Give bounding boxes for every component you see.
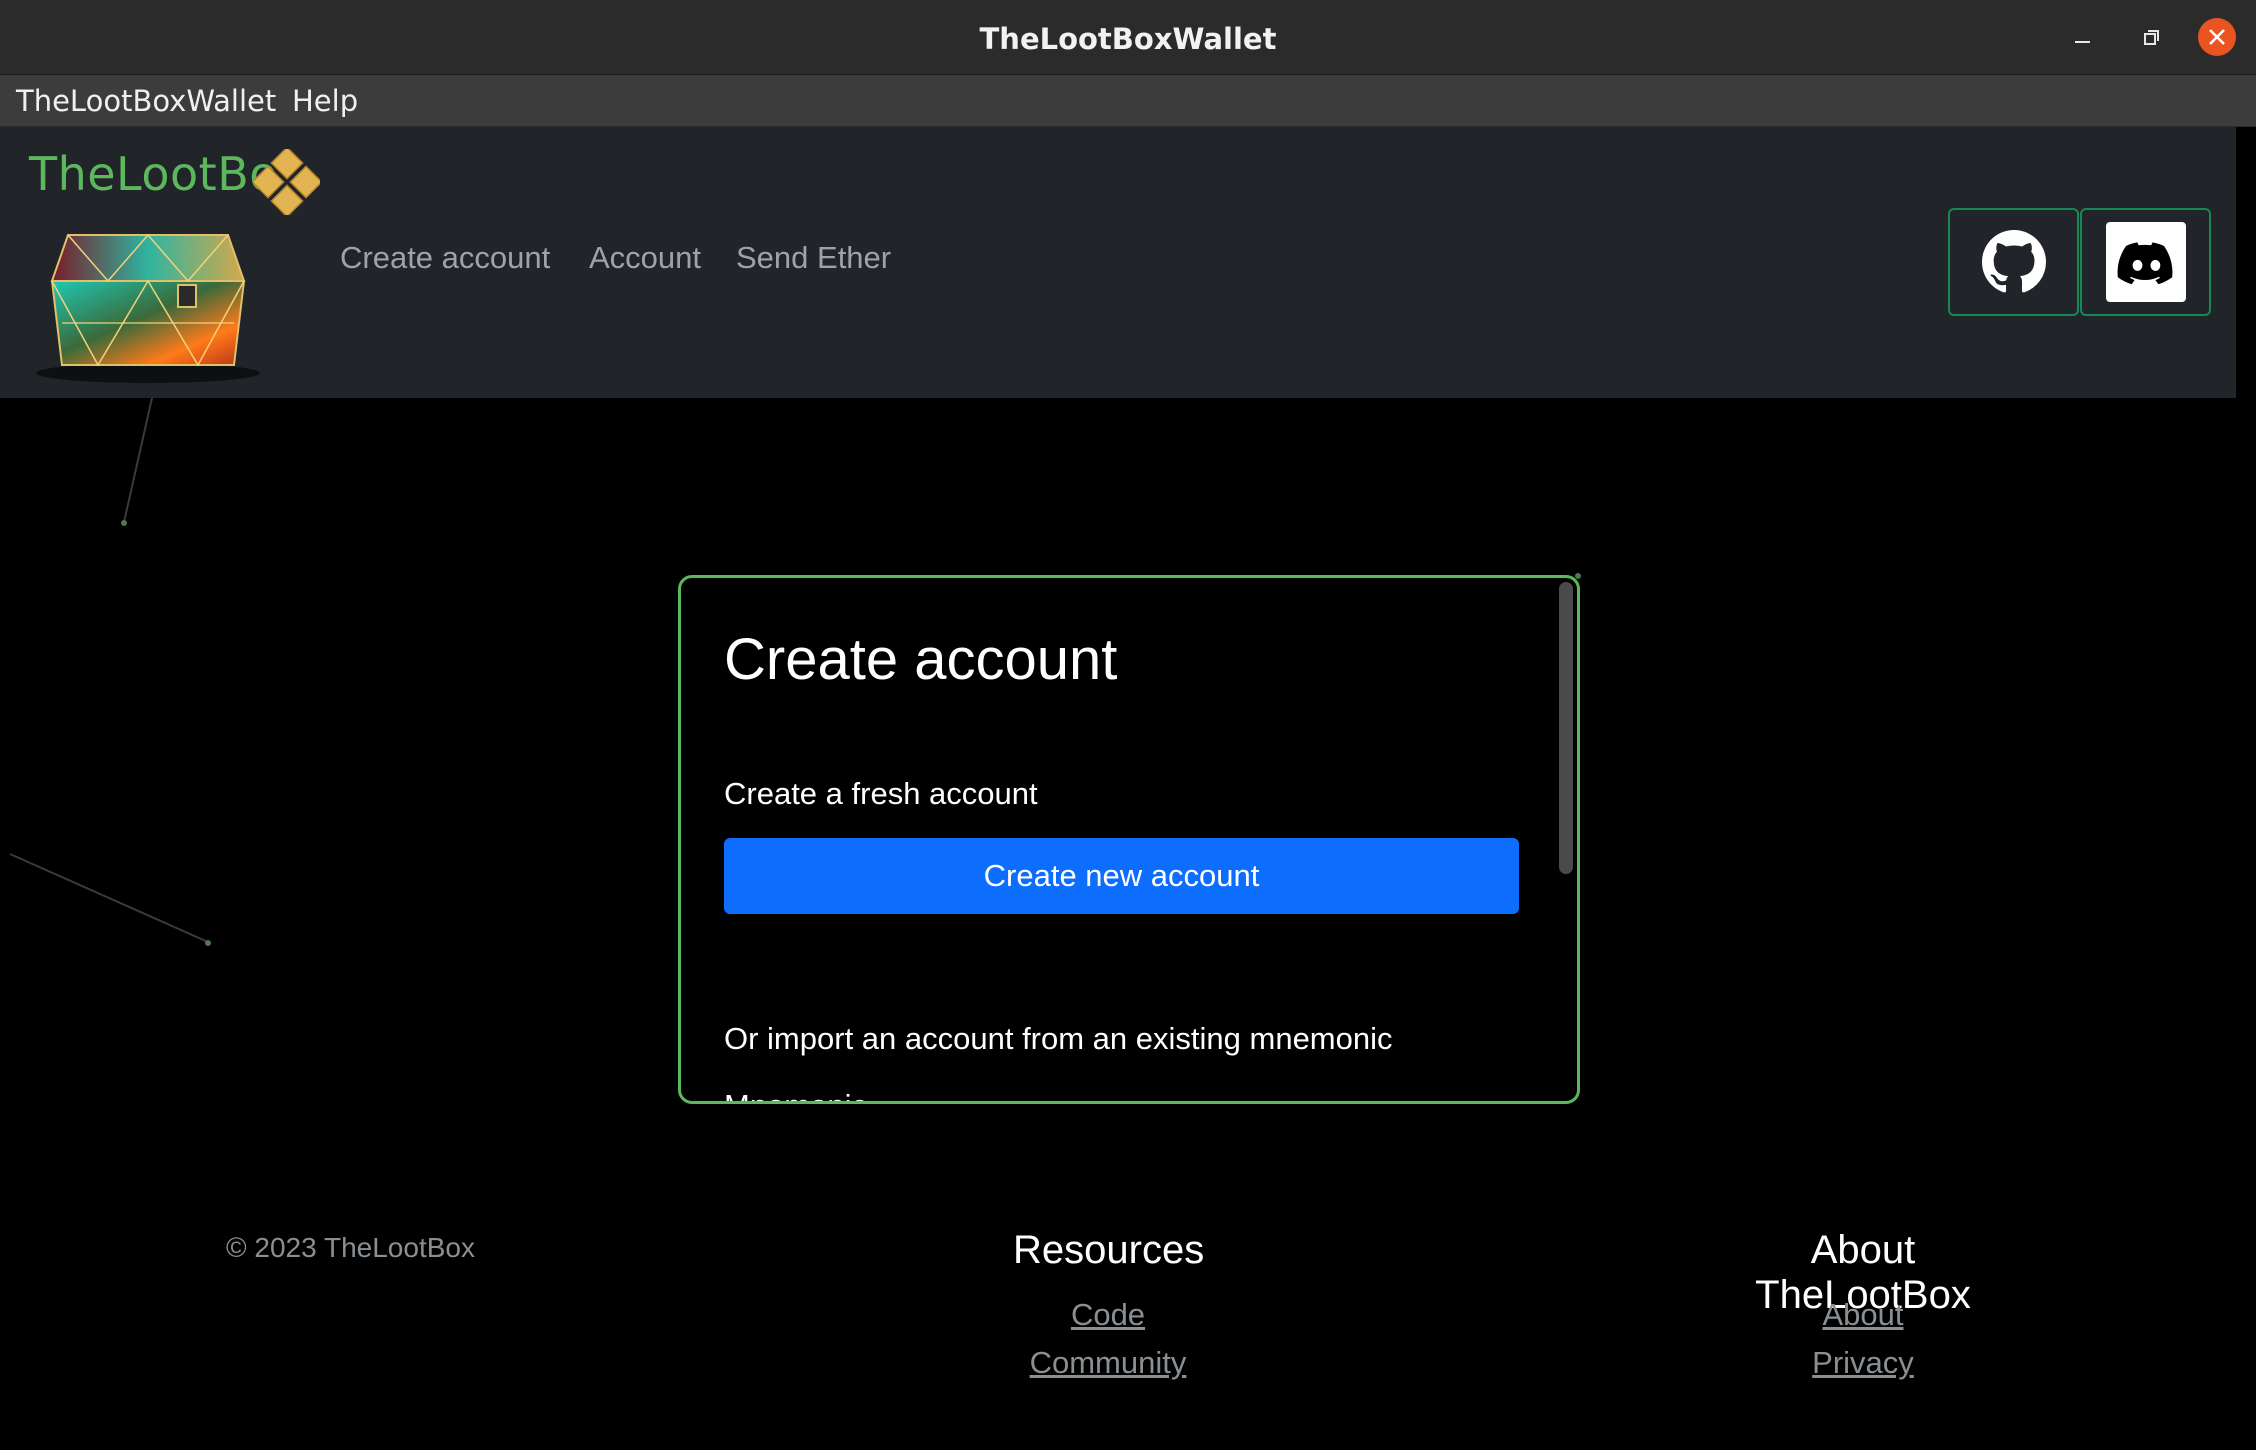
github-icon: [1981, 230, 2046, 293]
restore-button[interactable]: [2131, 18, 2171, 58]
minimize-icon: [2075, 41, 2090, 43]
card-scrollbar[interactable]: [1559, 582, 1573, 874]
create-new-account-button[interactable]: Create new account: [724, 838, 1519, 914]
discord-button[interactable]: [2080, 208, 2211, 316]
page-scrollbar[interactable]: [2236, 127, 2256, 1450]
loot-chest-logo-image[interactable]: [28, 215, 268, 385]
nav-create-account[interactable]: Create account: [340, 241, 550, 275]
footer-link-privacy[interactable]: Privacy: [1808, 1345, 1918, 1381]
menu-thelootboxwallet[interactable]: TheLootBoxWallet: [16, 75, 276, 127]
mnemonic-label: Mnemonic: [724, 1088, 867, 1101]
minimize-button[interactable]: [2063, 18, 2103, 58]
footer-resources-heading: Resources: [1013, 1228, 1205, 1272]
import-mnemonic-label: Or import an account from an existing mn…: [724, 1021, 1393, 1056]
footer-link-about[interactable]: About: [1819, 1297, 1907, 1333]
card-title: Create account: [724, 627, 1118, 692]
discord-icon: [2105, 222, 2186, 302]
github-button[interactable]: [1948, 208, 2079, 316]
window-titlebar: TheLootBoxWallet: [0, 0, 2256, 75]
brand-logo-text[interactable]: TheLootBo: [29, 147, 278, 201]
close-icon: [2209, 29, 2225, 45]
nav-account[interactable]: Account: [589, 241, 701, 275]
footer-copyright: © 2023 TheLootBox: [226, 1232, 475, 1263]
restore-icon: [2144, 30, 2159, 45]
footer-link-community[interactable]: Community: [1026, 1345, 1190, 1381]
app-menubar: TheLootBoxWallet Help: [0, 75, 2256, 127]
nav-send-ether[interactable]: Send Ether: [736, 241, 891, 275]
brand-x-logo-icon: [254, 149, 320, 215]
window-title: TheLootBoxWallet: [979, 22, 1277, 56]
create-account-card: Create account Create a fresh account Cr…: [678, 575, 1580, 1104]
footer-link-code[interactable]: Code: [1068, 1297, 1148, 1333]
close-button[interactable]: [2198, 18, 2236, 56]
fresh-account-label: Create a fresh account: [724, 776, 1038, 811]
menu-help[interactable]: Help: [292, 75, 358, 127]
site-navbar: TheLootBo Create account Account Send Et…: [0, 127, 2236, 398]
